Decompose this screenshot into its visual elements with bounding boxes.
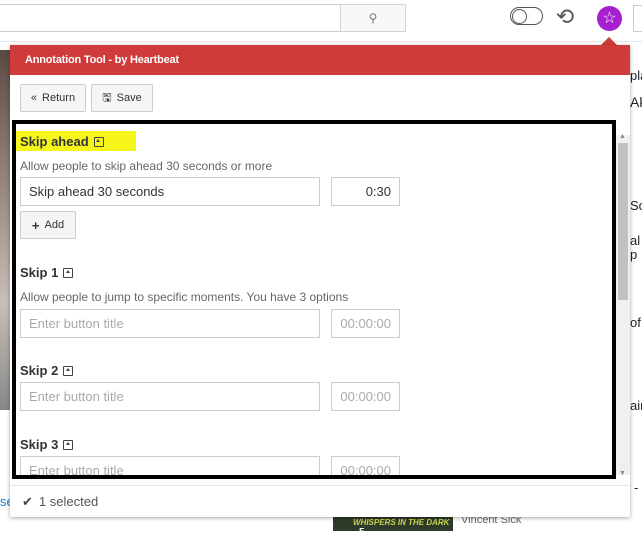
divider [0,41,642,42]
skip-1-title-input[interactable]: Enter button title [20,309,320,338]
return-label: Return [42,92,76,104]
floppy-icon: 🖫 [102,91,112,104]
partial-button[interactable] [633,5,642,32]
skip-2-heading: Skip 2 [20,363,74,378]
skip-1-description: Allow people to jump to specific moments… [20,290,349,304]
skip-ahead-heading: Skip ahead [20,134,104,149]
collapse-icon[interactable] [93,136,104,147]
skip-ahead-title-input[interactable]: Skip ahead 30 seconds [20,177,320,206]
background-text: of [630,315,641,330]
checkmark-icon: ✔ [22,493,33,509]
scrollbar[interactable]: ▲ ▼ [616,133,630,477]
save-button[interactable]: 🖫 Save [91,84,153,112]
collapse-icon[interactable] [63,365,74,376]
annotation-popup: Annotation Tool - by Heartbeat « Return 🖫… [10,45,630,517]
collapse-icon[interactable] [63,439,74,450]
skip-ahead-description: Allow people to skip ahead 30 seconds or… [20,159,273,173]
background-text: p [630,247,638,262]
skip-3-title-input[interactable]: Enter button title [20,456,320,475]
save-label: Save [116,92,142,104]
skip-ahead-time-input[interactable]: 0:30 [331,177,400,206]
background-text: Ak [630,94,642,110]
popup-arrow [601,37,617,45]
heading-text: Skip 3 [20,437,59,452]
skip-3-heading: Skip 3 [20,437,74,452]
search-button[interactable]: ⚲ [340,4,406,32]
add-label: Add [44,219,65,231]
double-chevron-left-icon: « [30,92,38,104]
scroll-up-icon[interactable]: ▲ [619,133,626,140]
background-text: Sor [630,198,642,213]
history-icon[interactable]: ⟲ [552,4,578,30]
scroll-down-icon[interactable]: ▼ [619,470,626,477]
add-button[interactable]: + Add [20,211,76,239]
thumb-badge: 5 [359,527,365,538]
skip-1-heading: Skip 1 [20,265,74,280]
popup-footer: ✔ 1 selected [10,485,630,517]
heading-text: Skip 1 [20,265,59,280]
skip-2-title-input[interactable]: Enter button title [20,382,320,411]
return-button[interactable]: « Return [20,84,86,112]
annotation-form: Skip ahead Allow people to skip ahead 30… [12,120,616,479]
search-input[interactable] [0,4,341,32]
star-icon[interactable]: ☆ [597,6,622,31]
skip-3-time-input[interactable]: 00:00:00 [331,456,400,475]
search-icon: ⚲ [368,11,378,25]
scrollbar-thumb[interactable] [618,143,628,300]
background-text: al [630,233,641,248]
selected-count: 1 selected [38,494,99,509]
plus-icon: + [31,217,40,233]
background-text: - [634,480,639,495]
background-text: air [630,398,642,413]
background-text: pla [630,68,642,83]
heading-text: Skip ahead [20,134,89,149]
heading-text: Skip 2 [20,363,59,378]
skip-1-time-input[interactable]: 00:00:00 [331,309,400,338]
thumb-title: WHISPERS IN THE DARK [353,518,450,527]
skip-2-time-input[interactable]: 00:00:00 [331,382,400,411]
toggle-icon[interactable] [510,7,543,25]
popup-header: Annotation Tool - by Heartbeat [10,45,630,75]
collapse-icon[interactable] [63,267,74,278]
